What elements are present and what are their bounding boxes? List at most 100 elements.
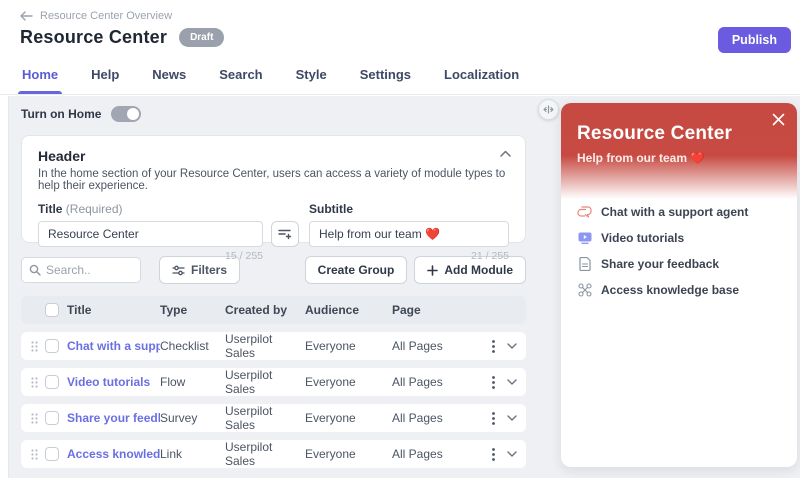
main-content: Turn on Home Header In the home section … bbox=[8, 96, 800, 478]
preview-item-label: Share your feedback bbox=[601, 257, 719, 271]
drag-handle-icon[interactable] bbox=[31, 377, 45, 388]
preview-subtitle: Help from our team ❤️ bbox=[577, 151, 781, 165]
column-page: Page bbox=[392, 303, 492, 317]
module-title-link[interactable]: Chat with a suppo... bbox=[67, 339, 160, 353]
column-created-by: Created by bbox=[225, 303, 305, 317]
subtitle-char-counter: 21 / 255 bbox=[309, 250, 509, 262]
table-row: Access knowledge ... Link Userpilot Sale… bbox=[21, 440, 526, 468]
tab-style[interactable]: Style bbox=[294, 61, 329, 94]
module-type: Checklist bbox=[160, 339, 225, 353]
preview-item-video[interactable]: Video tutorials bbox=[577, 225, 781, 251]
plus-icon bbox=[427, 265, 438, 276]
column-audience: Audience bbox=[305, 303, 392, 317]
horizontal-resize-icon bbox=[542, 105, 555, 114]
module-audience: Everyone bbox=[305, 375, 392, 389]
row-checkbox[interactable] bbox=[45, 339, 59, 353]
expand-chevron-down-icon[interactable] bbox=[507, 343, 517, 349]
module-page: All Pages bbox=[392, 447, 492, 461]
document-icon bbox=[577, 257, 592, 271]
table-row: Chat with a suppo... Checklist Userpilot… bbox=[21, 332, 526, 360]
tab-help[interactable]: Help bbox=[89, 61, 121, 94]
drag-handle-icon[interactable] bbox=[31, 413, 45, 424]
title-input[interactable] bbox=[38, 221, 263, 247]
preview-item-chat[interactable]: Chat with a support agent bbox=[577, 199, 781, 225]
drag-handle-icon[interactable] bbox=[31, 449, 45, 460]
preview-header: Resource Center Help from our team ❤️ bbox=[561, 103, 797, 199]
module-page: All Pages bbox=[392, 339, 492, 353]
page-title: Resource Center bbox=[20, 27, 167, 48]
module-type: Survey bbox=[160, 411, 225, 425]
row-checkbox[interactable] bbox=[45, 447, 59, 461]
module-title-link[interactable]: Share your feedba... bbox=[67, 411, 160, 425]
module-creator: Userpilot Sales bbox=[225, 332, 305, 360]
title-char-counter: 15 / 255 bbox=[38, 250, 263, 262]
turn-on-home-label: Turn on Home bbox=[21, 107, 101, 121]
column-title: Title bbox=[67, 303, 160, 317]
tab-bar: Home Help News Search Style Settings Loc… bbox=[20, 61, 521, 94]
header-card: Header In the home section of your Resou… bbox=[21, 135, 526, 243]
tab-settings[interactable]: Settings bbox=[358, 61, 413, 94]
chat-icon bbox=[577, 206, 592, 219]
drag-handle-icon[interactable] bbox=[31, 341, 45, 352]
preview-module-list: Chat with a support agent Video tutorial… bbox=[561, 199, 797, 303]
search-icon bbox=[29, 264, 41, 276]
kebab-menu-icon[interactable] bbox=[492, 340, 495, 353]
kebab-menu-icon[interactable] bbox=[492, 412, 495, 425]
subtitle-field-label: Subtitle bbox=[309, 202, 509, 216]
search-input[interactable] bbox=[46, 263, 133, 277]
collapse-chevron-up-icon[interactable] bbox=[500, 150, 511, 157]
table-header: Title Type Created by Audience Page bbox=[21, 296, 526, 324]
module-page: All Pages bbox=[392, 375, 492, 389]
turn-on-home-toggle[interactable] bbox=[111, 106, 141, 122]
back-link[interactable]: Resource Center Overview bbox=[20, 10, 172, 22]
tab-localization[interactable]: Localization bbox=[442, 61, 521, 94]
row-checkbox[interactable] bbox=[45, 375, 59, 389]
module-creator: Userpilot Sales bbox=[225, 368, 305, 396]
knowledge-icon bbox=[577, 283, 592, 297]
tab-home[interactable]: Home bbox=[20, 61, 60, 94]
module-creator: Userpilot Sales bbox=[225, 440, 305, 468]
panel-resize-handle[interactable] bbox=[538, 99, 559, 120]
header-card-description: In the home section of your Resource Cen… bbox=[38, 168, 509, 192]
tab-news[interactable]: News bbox=[150, 61, 188, 94]
table-row: Share your feedba... Survey Userpilot Sa… bbox=[21, 404, 526, 432]
insert-variable-button[interactable] bbox=[271, 221, 299, 247]
filters-icon bbox=[172, 265, 185, 276]
module-audience: Everyone bbox=[305, 411, 392, 425]
select-all-checkbox[interactable] bbox=[45, 303, 59, 317]
publish-button[interactable]: Publish bbox=[718, 27, 791, 53]
close-icon[interactable] bbox=[772, 113, 785, 126]
video-icon bbox=[577, 232, 592, 244]
module-page: All Pages bbox=[392, 411, 492, 425]
expand-chevron-down-icon[interactable] bbox=[507, 415, 517, 421]
module-creator: Userpilot Sales bbox=[225, 404, 305, 432]
module-title-link[interactable]: Video tutorials bbox=[67, 375, 160, 389]
module-audience: Everyone bbox=[305, 447, 392, 461]
back-arrow-icon bbox=[20, 11, 33, 21]
topbar: Resource Center Overview Resource Center… bbox=[0, 0, 800, 95]
preview-item-label: Video tutorials bbox=[601, 231, 684, 245]
header-card-title: Header bbox=[38, 148, 509, 164]
back-label: Resource Center Overview bbox=[40, 10, 172, 22]
kebab-menu-icon[interactable] bbox=[492, 448, 495, 461]
tab-search[interactable]: Search bbox=[217, 61, 264, 94]
preview-item-knowledge-base[interactable]: Access knowledge base bbox=[577, 277, 781, 303]
module-title-link[interactable]: Access knowledge ... bbox=[67, 447, 160, 461]
row-checkbox[interactable] bbox=[45, 411, 59, 425]
column-type: Type bbox=[160, 303, 225, 317]
module-type: Flow bbox=[160, 375, 225, 389]
subtitle-input[interactable] bbox=[309, 221, 509, 247]
module-type: Link bbox=[160, 447, 225, 461]
preview-title: Resource Center bbox=[577, 123, 781, 145]
expand-chevron-down-icon[interactable] bbox=[507, 451, 517, 457]
module-audience: Everyone bbox=[305, 339, 392, 353]
kebab-menu-icon[interactable] bbox=[492, 376, 495, 389]
resource-center-preview: Resource Center Help from our team ❤️ Ch… bbox=[561, 103, 797, 467]
insert-text-icon bbox=[278, 228, 292, 240]
expand-chevron-down-icon[interactable] bbox=[507, 379, 517, 385]
preview-item-label: Access knowledge base bbox=[601, 283, 739, 297]
preview-item-feedback[interactable]: Share your feedback bbox=[577, 251, 781, 277]
status-badge: Draft bbox=[179, 28, 224, 47]
preview-item-label: Chat with a support agent bbox=[601, 205, 748, 219]
table-row: Video tutorials Flow Userpilot Sales Eve… bbox=[21, 368, 526, 396]
